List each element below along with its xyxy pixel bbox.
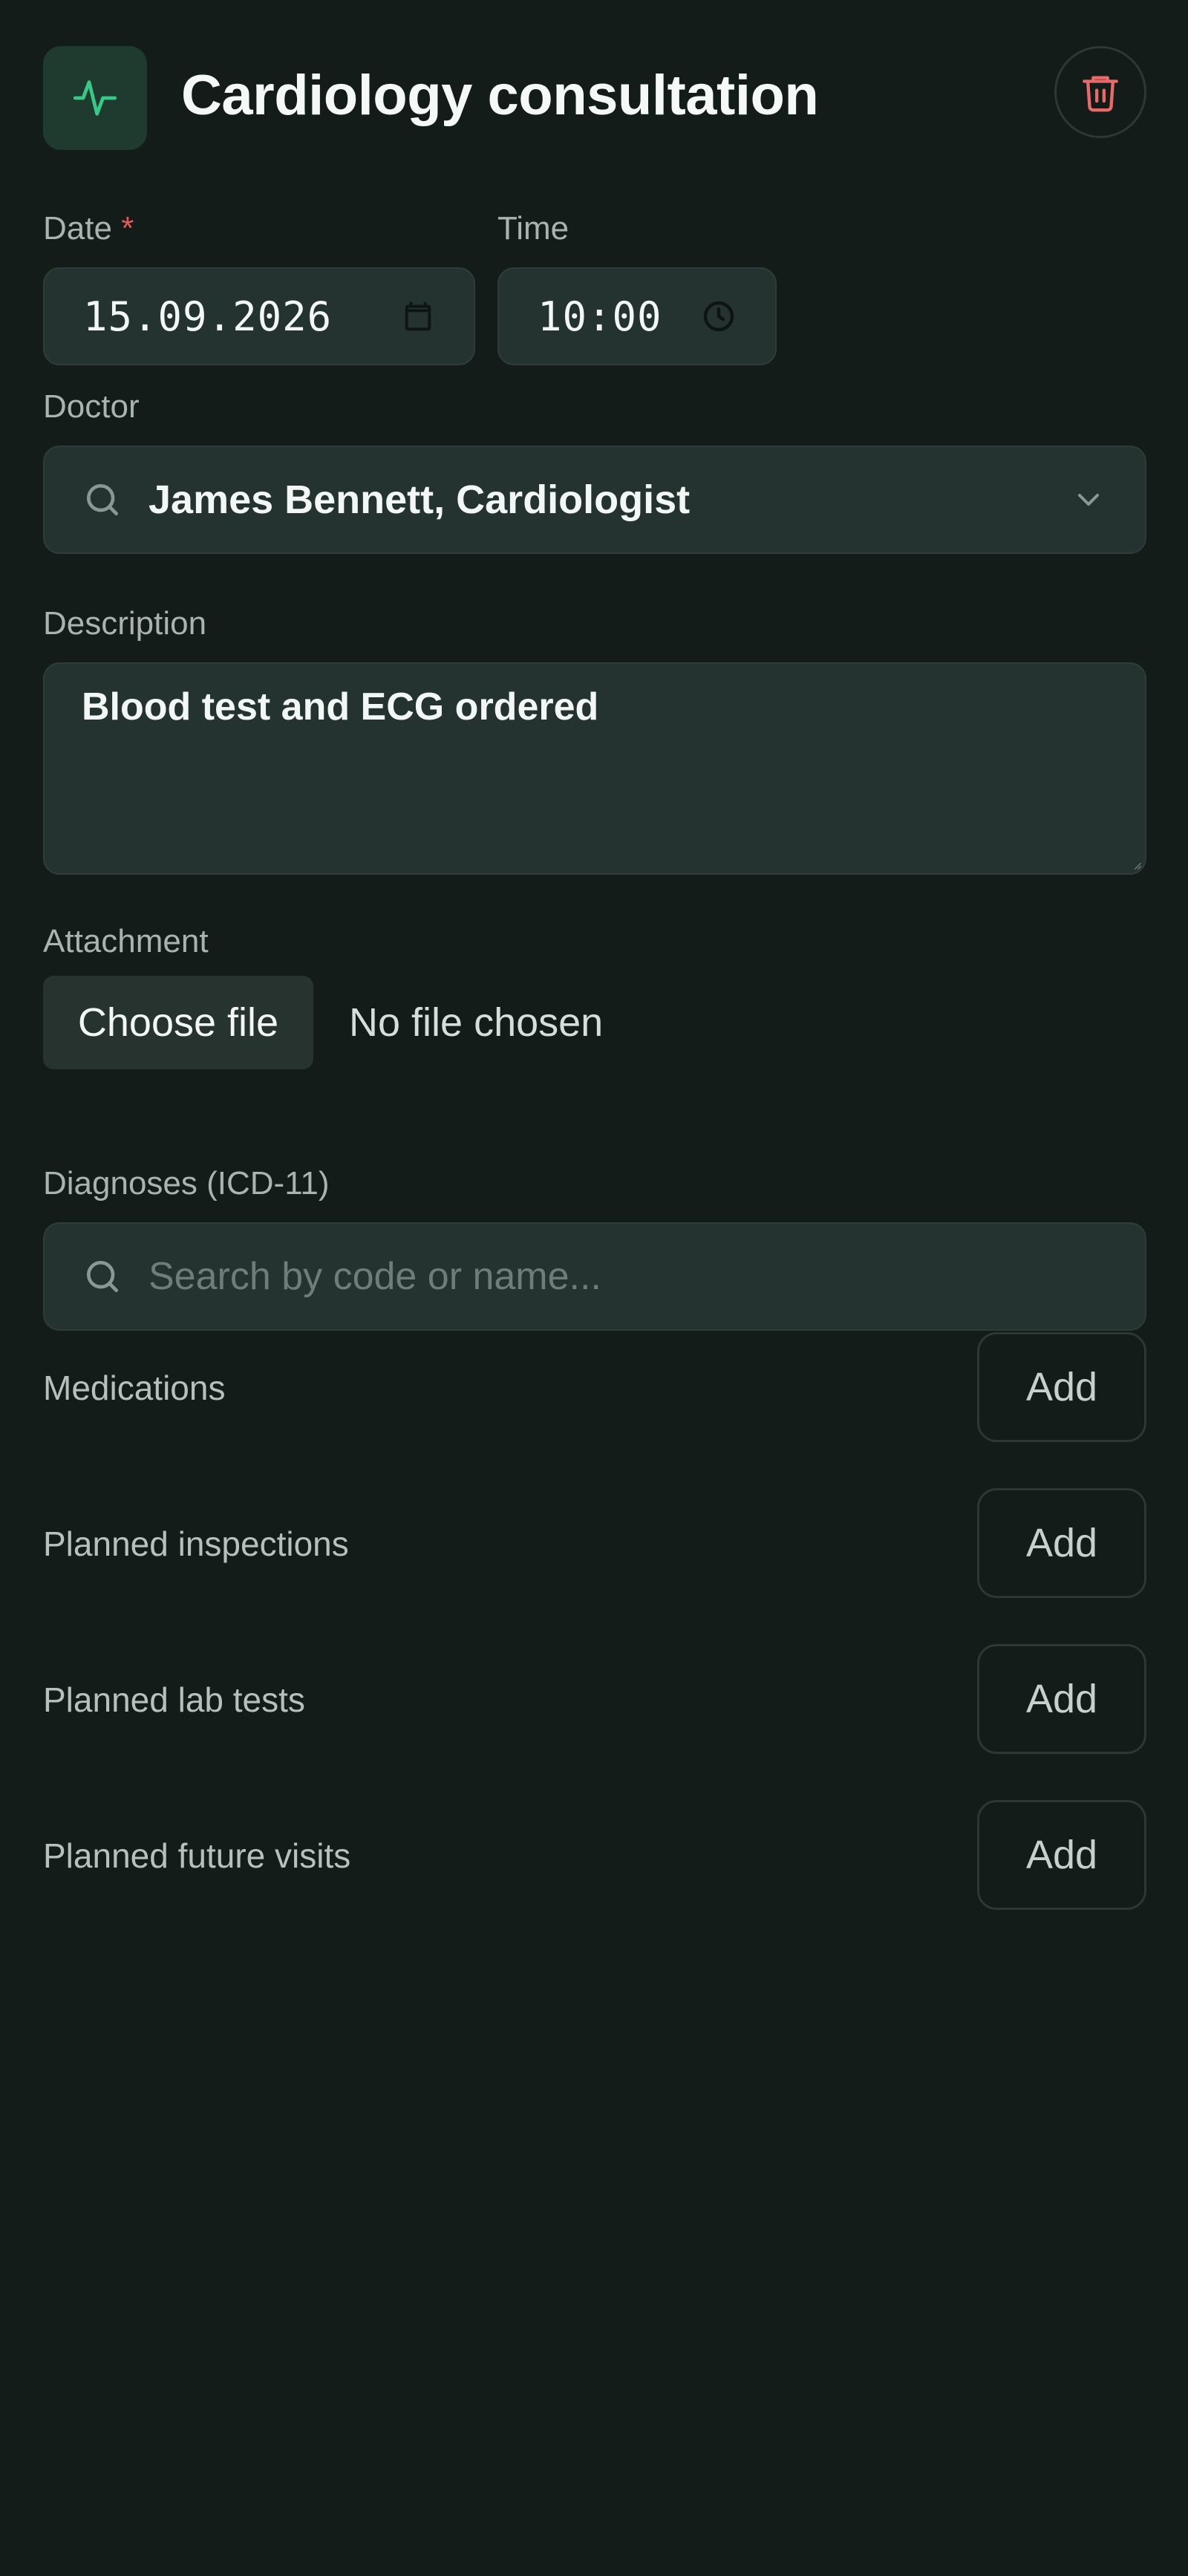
description-label: Description xyxy=(43,605,207,642)
diagnoses-search-input[interactable]: Search by code or name... xyxy=(43,1222,1146,1331)
calendar-icon[interactable] xyxy=(401,299,435,333)
file-status: No file chosen xyxy=(349,1000,604,1045)
section-label: Planned future visits xyxy=(43,1836,351,1875)
section-label: Planned inspections xyxy=(43,1525,349,1563)
clock-icon[interactable] xyxy=(701,299,737,334)
required-mark: * xyxy=(121,210,134,247)
description-value: Blood test and ECG ordered xyxy=(82,685,599,728)
section-medications: Medications Add xyxy=(43,1332,1146,1442)
add-lab-test-button[interactable]: Add xyxy=(977,1644,1146,1754)
diagnoses-label: Diagnoses (ICD-11) xyxy=(43,1165,330,1201)
search-icon xyxy=(86,484,119,515)
section-label: Medications xyxy=(43,1369,226,1407)
time-value: 10:00 xyxy=(538,293,662,340)
attachment-label: Attachment xyxy=(43,923,209,959)
description-textarea[interactable]: Blood test and ECG ordered xyxy=(43,662,1146,875)
resize-handle-icon[interactable] xyxy=(1132,860,1142,870)
chevron-down-icon[interactable] xyxy=(1071,482,1106,518)
page-title: Cardiology consultation xyxy=(181,64,819,127)
trash-icon xyxy=(1083,76,1118,112)
time-input[interactable]: 10:00 xyxy=(497,267,777,365)
section-label: Planned lab tests xyxy=(43,1680,305,1719)
section-planned-future-visits: Planned future visits Add xyxy=(43,1800,1146,1910)
file-input: Choose file No file chosen xyxy=(43,976,1146,1069)
diagnoses-search-placeholder: Search by code or name... xyxy=(148,1255,601,1298)
add-future-visit-button[interactable]: Add xyxy=(977,1800,1146,1910)
choose-file-button[interactable]: Choose file xyxy=(43,976,313,1069)
header: Cardiology consultation xyxy=(43,46,1146,150)
date-input[interactable]: 15.09.2026 xyxy=(43,267,475,365)
visit-form-page: Cardiology consultation Date * 15.09.202… xyxy=(43,46,1146,1910)
delete-button[interactable] xyxy=(1054,46,1146,138)
description-group: Description Blood test and ECG ordered xyxy=(43,604,1146,875)
date-group: Date * 15.09.2026 xyxy=(43,209,475,365)
date-label-text: Date xyxy=(43,210,112,247)
doctor-label: Doctor xyxy=(43,388,140,425)
attachment-group: Attachment Choose file No file chosen xyxy=(43,922,1146,1069)
doctor-select[interactable]: James Bennett, Cardiologist xyxy=(43,446,1146,554)
time-label: Time xyxy=(497,210,569,247)
section-planned-inspections: Planned inspections Add xyxy=(43,1488,1146,1598)
date-label: Date * xyxy=(43,209,475,248)
activity-pulse-icon xyxy=(43,46,147,150)
section-planned-lab-tests: Planned lab tests Add xyxy=(43,1644,1146,1754)
time-group: Time 10:00 xyxy=(497,209,777,365)
search-icon xyxy=(86,1261,119,1292)
doctor-value: James Bennett, Cardiologist xyxy=(148,477,691,522)
doctor-group: Doctor James Bennett, Cardiologist xyxy=(43,388,1146,554)
date-time-row: Date * 15.09.2026 Time 10:00 xyxy=(43,209,1146,365)
diagnoses-group: Diagnoses (ICD-11) Search by code or nam… xyxy=(43,1164,1146,1331)
date-value: 15.09.2026 xyxy=(83,293,333,340)
add-medication-button[interactable]: Add xyxy=(977,1332,1146,1442)
add-inspection-button[interactable]: Add xyxy=(977,1488,1146,1598)
